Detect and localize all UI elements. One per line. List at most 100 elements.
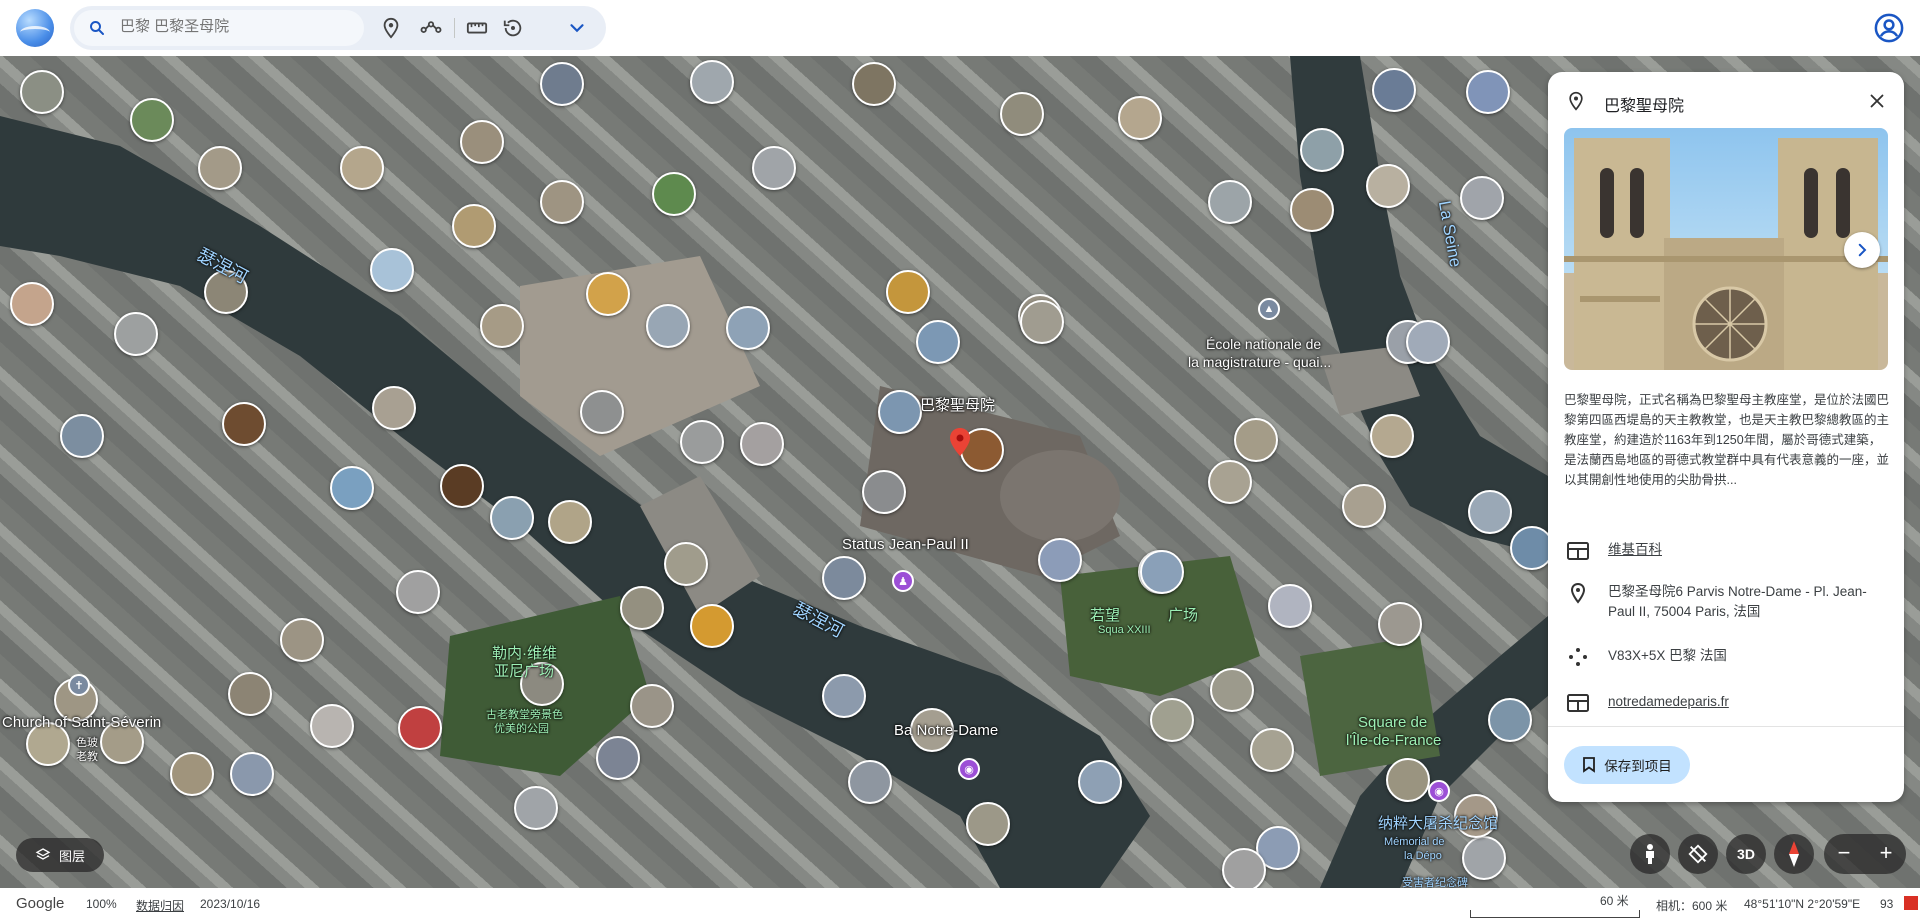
photo-marker[interactable] bbox=[1468, 490, 1512, 534]
photo-marker[interactable] bbox=[310, 704, 354, 748]
earth-logo-icon[interactable] bbox=[16, 9, 54, 47]
photo-marker[interactable] bbox=[1208, 180, 1252, 224]
photo-marker[interactable] bbox=[652, 172, 696, 216]
photo-marker[interactable] bbox=[130, 98, 174, 142]
photo-marker[interactable] bbox=[916, 320, 960, 364]
photo-marker[interactable] bbox=[646, 304, 690, 348]
report-flag-icon[interactable] bbox=[1904, 896, 1918, 910]
map-label-statue[interactable]: Status Jean-Paul II bbox=[842, 536, 969, 553]
photo-marker[interactable] bbox=[580, 390, 624, 434]
search-icon[interactable] bbox=[88, 19, 106, 37]
camera-poi-icon[interactable]: ◉ bbox=[958, 758, 980, 780]
zoom-in-button[interactable]: + bbox=[1866, 840, 1906, 866]
map-label-viviani[interactable]: 亚尼广场 bbox=[494, 660, 554, 681]
photo-marker[interactable] bbox=[822, 556, 866, 600]
photo-marker[interactable] bbox=[1488, 698, 1532, 742]
photo-marker[interactable] bbox=[1406, 320, 1450, 364]
photo-marker[interactable] bbox=[1462, 836, 1506, 880]
save-to-project-button[interactable]: 保存到项目 bbox=[1564, 746, 1690, 784]
tilt-button[interactable] bbox=[1678, 834, 1718, 874]
photo-marker[interactable] bbox=[886, 270, 930, 314]
map-label-memorial[interactable]: 纳粹大屠杀纪念馆 bbox=[1378, 812, 1498, 833]
photo-marker[interactable] bbox=[1078, 760, 1122, 804]
photo-marker[interactable] bbox=[372, 386, 416, 430]
route-icon[interactable] bbox=[420, 17, 442, 39]
photo-marker[interactable] bbox=[1250, 728, 1294, 772]
photo-marker[interactable] bbox=[822, 674, 866, 718]
photo-marker[interactable] bbox=[10, 282, 54, 326]
photo-marker[interactable] bbox=[1038, 538, 1082, 582]
map-label-notre-dame[interactable]: 巴黎聖母院 bbox=[920, 394, 995, 415]
photo-marker[interactable] bbox=[20, 70, 64, 114]
photo-marker[interactable] bbox=[1372, 68, 1416, 112]
map-label-ecole[interactable]: École nationale de bbox=[1206, 336, 1321, 352]
photo-marker[interactable] bbox=[1366, 164, 1410, 208]
photo-marker[interactable] bbox=[586, 272, 630, 316]
photo-marker[interactable] bbox=[664, 542, 708, 586]
place-pin-icon[interactable] bbox=[380, 17, 402, 39]
church-poi-icon[interactable]: ✝ bbox=[68, 674, 90, 696]
photo-marker[interactable] bbox=[170, 752, 214, 796]
photo-marker[interactable] bbox=[540, 62, 584, 106]
selected-location-pin[interactable] bbox=[950, 428, 970, 456]
photo-marker[interactable] bbox=[620, 586, 664, 630]
photo-marker[interactable] bbox=[1386, 758, 1430, 802]
memorial-poi-icon[interactable]: ◉ bbox=[1428, 780, 1450, 802]
photo-marker[interactable] bbox=[1140, 550, 1184, 594]
photo-marker[interactable] bbox=[480, 304, 524, 348]
street-view-button[interactable] bbox=[1630, 834, 1670, 874]
photo-marker[interactable] bbox=[680, 420, 724, 464]
photo-marker[interactable] bbox=[1118, 96, 1162, 140]
photo-marker[interactable] bbox=[1342, 484, 1386, 528]
photo-marker[interactable] bbox=[1000, 92, 1044, 136]
photo-marker[interactable] bbox=[1268, 584, 1312, 628]
photo-marker[interactable] bbox=[1150, 698, 1194, 742]
photo-marker[interactable] bbox=[440, 464, 484, 508]
photo-marker[interactable] bbox=[370, 248, 414, 292]
photo-marker[interactable] bbox=[1466, 70, 1510, 114]
wikipedia-link[interactable]: 维基百科 bbox=[1608, 540, 1662, 562]
3d-toggle-button[interactable]: 3D bbox=[1726, 834, 1766, 874]
map-label-ecole[interactable]: la magistrature - quai... bbox=[1188, 354, 1331, 370]
photo-marker[interactable] bbox=[1222, 848, 1266, 888]
data-attribution-link[interactable]: 数据归因 bbox=[136, 897, 184, 914]
map-label-square[interactable]: 若望 bbox=[1090, 604, 1120, 625]
photo-marker[interactable] bbox=[966, 802, 1010, 846]
photo-marker[interactable] bbox=[1210, 668, 1254, 712]
photo-marker[interactable] bbox=[230, 752, 274, 796]
compass-button[interactable] bbox=[1774, 834, 1814, 874]
photo-marker[interactable] bbox=[1460, 176, 1504, 220]
photo-marker[interactable] bbox=[548, 500, 592, 544]
website-row[interactable]: notredamedeparis.fr bbox=[1564, 692, 1890, 714]
photo-marker[interactable] bbox=[514, 786, 558, 830]
photo-marker[interactable] bbox=[1300, 128, 1344, 172]
photo-marker[interactable] bbox=[1234, 418, 1278, 462]
photo-marker[interactable] bbox=[330, 466, 374, 510]
next-photo-button[interactable] bbox=[1844, 232, 1880, 268]
photo-marker[interactable] bbox=[198, 146, 242, 190]
photo-marker[interactable] bbox=[540, 180, 584, 224]
photo-marker[interactable] bbox=[596, 736, 640, 780]
photo-marker[interactable] bbox=[280, 618, 324, 662]
statue-poi-icon[interactable]: ♟ bbox=[892, 570, 914, 592]
photo-marker[interactable] bbox=[460, 120, 504, 164]
photo-marker[interactable] bbox=[114, 312, 158, 356]
photo-marker[interactable] bbox=[878, 390, 922, 434]
photo-marker[interactable] bbox=[726, 306, 770, 350]
map-label-square[interactable]: 广场 bbox=[1168, 604, 1198, 625]
photo-marker[interactable] bbox=[398, 706, 442, 750]
ruler-icon[interactable] bbox=[466, 17, 488, 39]
wikipedia-row[interactable]: 维基百科 bbox=[1564, 540, 1890, 562]
photo-marker[interactable] bbox=[60, 414, 104, 458]
map-label-square-ile[interactable]: l'Île-de-France bbox=[1346, 732, 1441, 749]
place-photo[interactable] bbox=[1564, 128, 1888, 370]
photo-marker[interactable] bbox=[1208, 460, 1252, 504]
zoom-out-button[interactable]: − bbox=[1824, 840, 1864, 866]
map-label-square-ile[interactable]: Square de bbox=[1358, 714, 1427, 731]
photo-marker[interactable] bbox=[222, 402, 266, 446]
photo-marker[interactable] bbox=[752, 146, 796, 190]
photo-marker[interactable] bbox=[852, 62, 896, 106]
photo-marker[interactable] bbox=[490, 496, 534, 540]
photo-marker[interactable] bbox=[1020, 300, 1064, 344]
history-icon[interactable] bbox=[502, 17, 524, 39]
